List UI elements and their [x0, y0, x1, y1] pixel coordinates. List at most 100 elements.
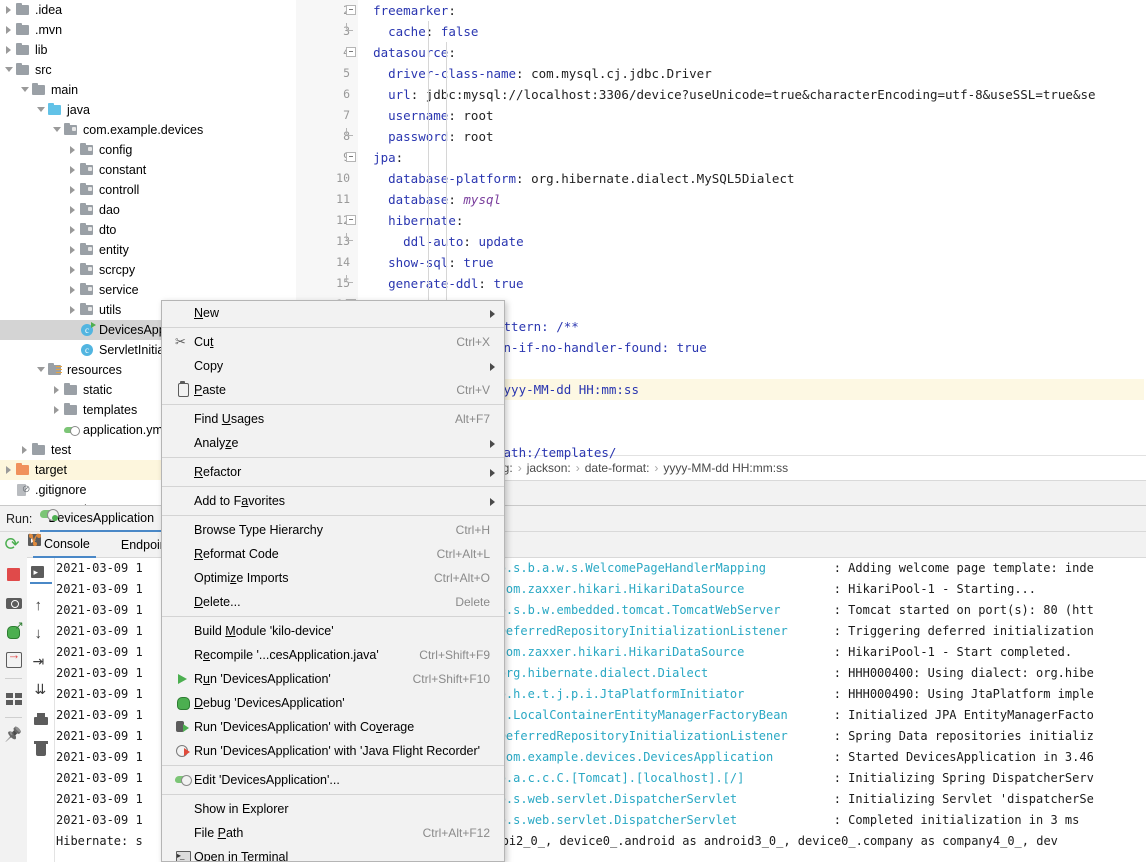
menu-item-file-path[interactable]: File Path Ctrl+Alt+F12: [162, 821, 504, 845]
chevron-right-icon[interactable]: [68, 260, 79, 280]
pin-icon[interactable]: [5, 728, 23, 746]
chevron-right-icon[interactable]: [68, 220, 79, 240]
menu-item-new[interactable]: New: [162, 301, 504, 325]
code-line[interactable]: jpa:: [358, 147, 1146, 168]
camera-icon[interactable]: [5, 594, 23, 612]
run-left-toolbar[interactable]: [0, 532, 27, 862]
print-icon[interactable]: [33, 712, 49, 728]
code-line[interactable]: hibernate:: [358, 210, 1146, 231]
fold-collapse-icon[interactable]: [346, 47, 356, 57]
code-line[interactable]: show-sql: true: [358, 252, 1146, 273]
code-line[interactable]: username: root: [358, 105, 1146, 126]
code-line[interactable]: database: mysql: [358, 189, 1146, 210]
console-toggle-icon[interactable]: [29, 564, 52, 584]
chevron-right-icon[interactable]: [68, 280, 79, 300]
fold-end-icon[interactable]: [346, 233, 353, 241]
console-side-toolbar[interactable]: [27, 558, 55, 862]
chevron-down-icon[interactable]: [36, 360, 47, 380]
breadcrumb-item[interactable]: jackson:: [527, 461, 571, 475]
fold-end-icon[interactable]: [346, 275, 353, 283]
code-line[interactable]: path:/templates/: [496, 442, 616, 463]
menu-item-run-devicesapplication-with-java-flight-recorder[interactable]: Run 'DevicesApplication' with 'Java Flig…: [162, 739, 504, 763]
menu-item-run-devicesapplication-with-coverage[interactable]: Run 'DevicesApplication' with Coverage: [162, 715, 504, 739]
menu-item-refactor[interactable]: Refactor: [162, 460, 504, 484]
chevron-down-icon[interactable]: [20, 80, 31, 100]
chevron-right-icon[interactable]: [68, 140, 79, 160]
chevron-right-icon[interactable]: [4, 0, 15, 20]
code-line[interactable]: attern: /**: [496, 316, 579, 337]
tree-item[interactable]: src: [0, 60, 296, 80]
menu-item-paste[interactable]: Paste Ctrl+V: [162, 378, 504, 402]
arrow-down-icon[interactable]: [33, 625, 49, 644]
menu-item-delete[interactable]: Delete... Delete: [162, 590, 504, 614]
chevron-down-icon[interactable]: [4, 60, 15, 80]
tree-item[interactable]: main: [0, 80, 296, 100]
code-line[interactable]: password: root: [358, 126, 1146, 147]
chevron-right-icon[interactable]: [4, 460, 15, 480]
menu-item-cut[interactable]: Cut Ctrl+X: [162, 330, 504, 354]
chevron-right-icon[interactable]: [20, 440, 31, 460]
tree-item[interactable]: config: [0, 140, 296, 160]
menu-item-reformat-code[interactable]: Reformat Code Ctrl+Alt+L: [162, 542, 504, 566]
chevron-right-icon[interactable]: [4, 20, 15, 40]
tree-item[interactable]: dto: [0, 220, 296, 240]
code-line[interactable]: url: jdbc:mysql://localhost:3306/device?…: [358, 84, 1146, 105]
tree-item[interactable]: entity: [0, 240, 296, 260]
tree-item[interactable]: dao: [0, 200, 296, 220]
stop-icon[interactable]: [5, 566, 23, 584]
tree-item[interactable]: constant: [0, 160, 296, 180]
import-icon[interactable]: [5, 647, 23, 668]
trash-icon[interactable]: [33, 740, 49, 756]
code-line[interactable]: cache: false: [358, 21, 1146, 42]
scroll-end-icon[interactable]: [33, 681, 49, 700]
chevron-right-icon[interactable]: [68, 180, 79, 200]
chevron-right-icon[interactable]: [52, 400, 63, 420]
menu-item-copy[interactable]: Copy: [162, 354, 504, 378]
fold-collapse-icon[interactable]: [346, 5, 356, 15]
code-line[interactable]: freemarker:: [358, 0, 1146, 21]
menu-item-browse-type-hierarchy[interactable]: Browse Type Hierarchy Ctrl+H: [162, 518, 504, 542]
arrow-up-icon[interactable]: [33, 597, 49, 616]
rerun-icon[interactable]: [5, 534, 23, 556]
menu-item-edit-devicesapplication[interactable]: Edit 'DevicesApplication'...: [162, 768, 504, 792]
code-line[interactable]: on-if-no-handler-found: true: [496, 337, 707, 358]
menu-item-add-to-favorites[interactable]: Add to Favorites: [162, 489, 504, 513]
code-line[interactable]: ddl-auto: update: [358, 231, 1146, 252]
menu-item-analyze[interactable]: Analyze: [162, 431, 504, 455]
fold-end-icon[interactable]: [346, 128, 353, 136]
menu-item-open-in-terminal[interactable]: Open in Terminal: [162, 845, 504, 861]
breadcrumb-item[interactable]: date-format:: [585, 461, 650, 475]
chevron-down-icon[interactable]: [52, 120, 63, 140]
code-line[interactable]: generate-ddl: true: [358, 273, 1146, 294]
fold-collapse-icon[interactable]: [346, 152, 356, 162]
console-tab-console[interactable]: Console: [33, 532, 96, 558]
wrap-icon[interactable]: [33, 653, 49, 672]
tree-item[interactable]: java: [0, 100, 296, 120]
code-line[interactable]: yyyy-MM-dd HH:mm:ss: [496, 379, 1144, 400]
chevron-right-icon[interactable]: [4, 40, 15, 60]
breadcrumb-item[interactable]: yyyy-MM-dd HH:mm:ss: [663, 461, 788, 475]
fold-end-icon[interactable]: [346, 23, 353, 31]
chevron-right-icon[interactable]: [68, 300, 79, 320]
tree-item[interactable]: controll: [0, 180, 296, 200]
tree-item[interactable]: lib: [0, 40, 296, 60]
code-line[interactable]: driver-class-name: com.mysql.cj.jdbc.Dri…: [358, 63, 1146, 84]
tree-item[interactable]: com.example.devices: [0, 120, 296, 140]
debug-icon[interactable]: [5, 619, 24, 640]
menu-item-recompile-cesapplication-java[interactable]: Recompile '...cesApplication.java' Ctrl+S…: [162, 643, 504, 667]
code-line[interactable]: database-platform: org.hibernate.dialect…: [358, 168, 1146, 189]
menu-item-run-devicesapplication[interactable]: Run 'DevicesApplication' Ctrl+Shift+F10: [162, 667, 504, 691]
menu-item-debug-devicesapplication[interactable]: Debug 'DevicesApplication': [162, 691, 504, 715]
chevron-right-icon[interactable]: [68, 160, 79, 180]
context-menu[interactable]: New Cut Ctrl+X Copy Paste Ctrl+V Find Usages Al…: [161, 300, 505, 862]
tree-item[interactable]: .idea: [0, 0, 296, 20]
layout-icon[interactable]: [5, 689, 23, 707]
code-line[interactable]: datasource:: [358, 42, 1146, 63]
fold-collapse-icon[interactable]: [346, 215, 356, 225]
menu-item-optimize-imports[interactable]: Optimize Imports Ctrl+Alt+O: [162, 566, 504, 590]
chevron-right-icon[interactable]: [52, 380, 63, 400]
chevron-right-icon[interactable]: [68, 200, 79, 220]
tree-item[interactable]: .mvn: [0, 20, 296, 40]
menu-item-build-module-kilo-device[interactable]: Build Module 'kilo-device': [162, 619, 504, 643]
menu-item-show-in-explorer[interactable]: Show in Explorer: [162, 797, 504, 821]
